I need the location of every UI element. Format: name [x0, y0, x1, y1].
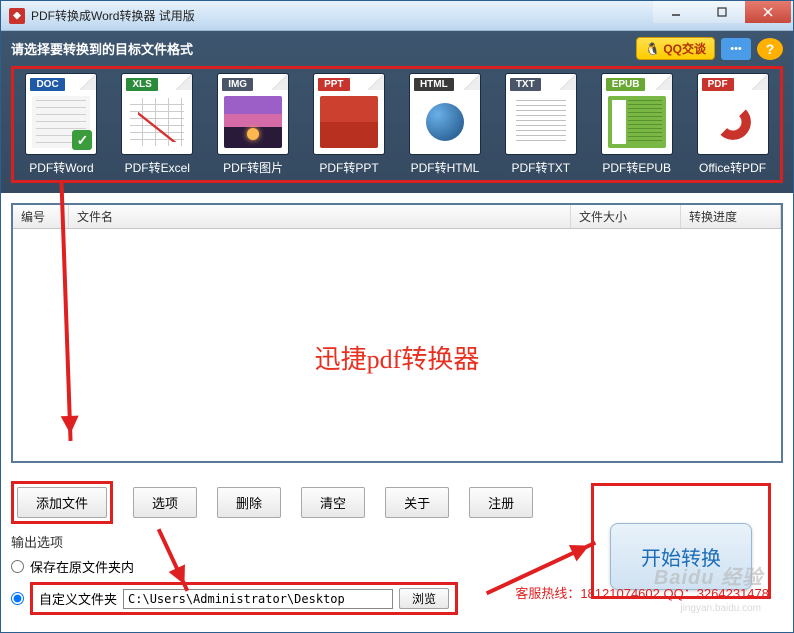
- col-progress[interactable]: 转换进度: [681, 205, 781, 228]
- feedback-button[interactable]: •••: [721, 38, 751, 60]
- col-filename[interactable]: 文件名: [69, 205, 571, 228]
- file-list: 编号 文件名 文件大小 转换进度 迅捷pdf转换器: [11, 203, 783, 463]
- titlebar: PDF转换成Word转换器 试用版: [1, 1, 793, 31]
- format-office-to-pdf[interactable]: PDF Office转PDF: [689, 73, 776, 176]
- epub-icon: EPUB: [601, 73, 673, 155]
- format-pdf-to-excel[interactable]: XLS PDF转Excel: [114, 73, 201, 176]
- prompt-label: 请选择要转换到的目标文件格式: [11, 39, 193, 58]
- ppt-icon: PPT: [313, 73, 385, 155]
- about-button[interactable]: 关于: [385, 487, 449, 518]
- hotline-text: 客服热线：18121074602 QQ：3264231478: [515, 583, 769, 602]
- app-window: PDF转换成Word转换器 试用版 请选择要转换到的目标文件格式 QQ交谈 ••…: [0, 0, 794, 633]
- save-original-label: 保存在原文件夹内: [30, 557, 134, 576]
- xls-icon: XLS: [121, 73, 193, 155]
- format-pdf-to-ppt[interactable]: PPT PDF转PPT: [306, 73, 393, 176]
- img-icon: IMG: [217, 73, 289, 155]
- format-pdf-to-epub[interactable]: EPUB PDF转EPUB: [593, 73, 680, 176]
- clear-button[interactable]: 清空: [301, 487, 365, 518]
- custom-folder-radio[interactable]: [11, 592, 24, 605]
- format-pdf-to-word[interactable]: DOC✓ PDF转Word: [18, 73, 105, 176]
- app-icon: [9, 8, 25, 24]
- list-body[interactable]: 迅捷pdf转换器: [13, 229, 781, 465]
- doc-icon: DOC✓: [25, 73, 97, 155]
- minimize-button[interactable]: [653, 1, 699, 23]
- qq-chat-button[interactable]: QQ交谈: [636, 37, 715, 60]
- close-button[interactable]: [745, 1, 791, 23]
- maximize-button[interactable]: [699, 1, 745, 23]
- start-convert-button[interactable]: 开始转换: [610, 523, 752, 590]
- window-title: PDF转换成Word转换器 试用版: [31, 7, 195, 24]
- options-button[interactable]: 选项: [133, 487, 197, 518]
- save-original-radio[interactable]: [11, 560, 24, 573]
- format-pdf-to-html[interactable]: HTML PDF转HTML: [402, 73, 489, 176]
- output-path-input[interactable]: [123, 589, 393, 609]
- help-button[interactable]: ?: [757, 38, 783, 60]
- window-controls: [653, 1, 791, 23]
- center-annotation: 迅捷pdf转换器: [13, 339, 781, 376]
- list-header: 编号 文件名 文件大小 转换进度: [13, 205, 781, 229]
- office-pdf-icon: PDF: [697, 73, 769, 155]
- txt-icon: TXT: [505, 73, 577, 155]
- add-file-button[interactable]: 添加文件: [17, 487, 107, 518]
- format-pdf-to-txt[interactable]: TXT PDF转TXT: [497, 73, 584, 176]
- register-button[interactable]: 注册: [469, 487, 533, 518]
- format-toolbar: 请选择要转换到的目标文件格式 QQ交谈 ••• ? DOC✓ PDF转Word …: [1, 31, 793, 193]
- format-pdf-to-image[interactable]: IMG PDF转图片: [210, 73, 297, 176]
- format-row: DOC✓ PDF转Word XLS PDF转Excel IMG PDF转图片 P…: [11, 66, 783, 183]
- delete-button[interactable]: 删除: [217, 487, 281, 518]
- browse-button[interactable]: 浏览: [399, 588, 449, 609]
- html-icon: HTML: [409, 73, 481, 155]
- custom-folder-label: 自定义文件夹: [39, 589, 117, 608]
- start-convert-highlight: 开始转换: [591, 483, 771, 599]
- col-filesize[interactable]: 文件大小: [571, 205, 681, 228]
